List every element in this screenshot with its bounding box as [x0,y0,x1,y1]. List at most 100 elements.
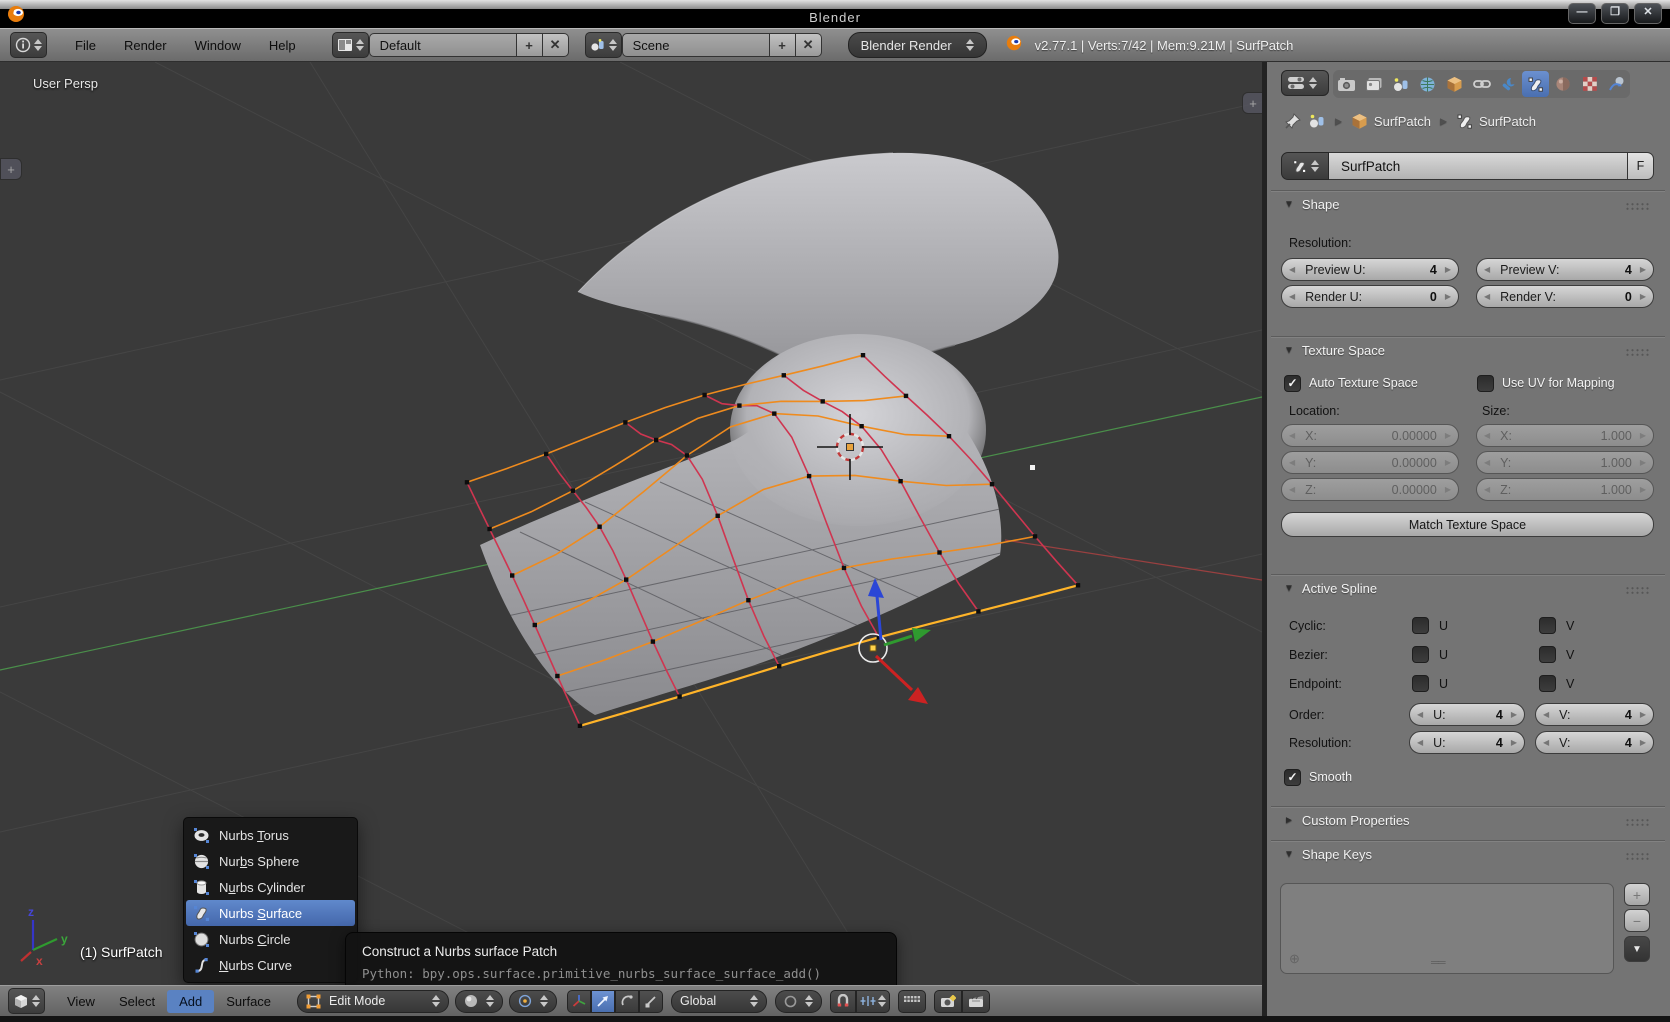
scene-name[interactable]: Scene [622,33,770,57]
minimize-button[interactable]: — [1568,3,1596,24]
panel-grip-icon[interactable] [1625,202,1651,211]
3d-viewport[interactable]: z y x User Persp (1) SurfPatch + + Nurbs… [0,62,1262,985]
menu-add[interactable]: Add [167,990,214,1013]
rotate-manipulator-button[interactable] [615,990,639,1013]
panel-header-active-spline[interactable]: ▼ Active Spline [1284,581,1377,596]
add-scene-button[interactable]: + [770,33,796,57]
panel-header-shape[interactable]: ▼ Shape [1284,197,1340,212]
preview-v-field[interactable]: ◀Preview V:4▶ [1476,258,1654,281]
sidebar-expand-tab[interactable]: + [1242,92,1262,114]
scale-manipulator-button[interactable] [639,990,663,1013]
add-screen-button[interactable]: + [517,33,543,57]
screen-layout-selector[interactable] [332,32,369,58]
bezier-u-checkbox[interactable] [1412,646,1429,663]
render-u-field[interactable]: ◀Render U:0▶ [1281,285,1459,308]
menu-item-nurbs-sphere[interactable]: Nurbs Sphere [184,848,357,874]
menu-render[interactable]: Render [110,38,181,53]
layers-widget[interactable] [898,990,926,1013]
menu-surface[interactable]: Surface [214,994,283,1009]
scene-selector[interactable] [585,32,622,58]
endpoint-v-checkbox[interactable] [1539,675,1556,692]
delete-screen-button[interactable]: ✕ [543,33,569,57]
datablock-name-input[interactable]: SurfPatch [1329,152,1628,180]
tab-object[interactable] [1441,71,1468,97]
manipulator-toggle[interactable] [567,990,591,1013]
menu-help[interactable]: Help [255,38,310,53]
endpoint-u-checkbox[interactable] [1412,675,1429,692]
menu-item-nurbs-circle[interactable]: Nurbs Circle [184,926,357,952]
opengl-render-button[interactable] [934,990,962,1013]
delete-scene-button[interactable]: ✕ [796,33,822,57]
menu-select[interactable]: Select [107,994,167,1009]
panel-grip-icon[interactable] [1625,348,1651,357]
order-v-field[interactable]: ◀V:4▶ [1535,703,1654,726]
preview-u-field[interactable]: ◀Preview U:4▶ [1281,258,1459,281]
match-texture-space-button[interactable]: Match Texture Space [1281,512,1654,537]
render-engine-selector[interactable]: Blender Render [848,32,987,58]
panel-grip-icon[interactable] [1625,852,1651,861]
texspace-size-z-field[interactable]: ◀Z:1.000▶ [1476,478,1654,501]
shape-keys-list[interactable]: ⊕ ══ [1280,883,1614,974]
menu-item-nurbs-curve[interactable]: Nurbs Curve [184,952,357,978]
pivot-center-selector[interactable] [509,990,557,1013]
panel-grip-icon[interactable] [1625,818,1651,827]
breadcrumb-object-name[interactable]: SurfPatch [1374,114,1431,129]
menu-item-nurbs-torus[interactable]: Nurbs Torus [184,822,357,848]
fake-user-button[interactable]: F [1628,152,1654,180]
breadcrumb-data-name[interactable]: SurfPatch [1479,114,1536,129]
tab-material[interactable] [1549,71,1576,97]
proportional-edit-selector[interactable] [775,990,822,1013]
screen-layout-name[interactable]: Default [369,33,517,57]
datablock-type-selector[interactable] [1281,152,1329,180]
close-button[interactable]: ✕ [1634,3,1662,24]
bezier-v-checkbox[interactable] [1539,646,1556,663]
tab-render-layers[interactable] [1360,71,1387,97]
tab-scene[interactable] [1387,71,1414,97]
maximize-button[interactable]: ❐ [1601,3,1629,24]
selected-control-point[interactable] [1030,465,1035,470]
panel-grip-icon[interactable] [1625,586,1651,595]
opengl-animation-button[interactable] [962,990,990,1013]
texspace-size-x-field[interactable]: ◀X:1.000▶ [1476,424,1654,447]
order-u-field[interactable]: ◀U:4▶ [1409,703,1525,726]
toolshelf-expand-tab[interactable]: + [0,158,22,180]
snap-toggle[interactable] [830,990,856,1013]
scene-crumb-icon[interactable] [1308,113,1326,129]
mode-selector[interactable]: Edit Mode [297,990,449,1013]
menu-window[interactable]: Window [181,38,255,53]
menu-item-nurbs-surface[interactable]: Nurbs Surface [186,900,355,926]
texspace-loc-x-field[interactable]: ◀X:0.00000▶ [1281,424,1459,447]
viewport-shading-selector[interactable] [455,990,503,1013]
orientation-selector[interactable]: Global [671,990,767,1013]
menu-view[interactable]: View [55,994,107,1009]
cyclic-u-checkbox[interactable] [1412,617,1429,634]
shape-key-specials-menu[interactable]: ▼ [1624,936,1650,962]
render-v-field[interactable]: ◀Render V:0▶ [1476,285,1654,308]
menu-file[interactable]: File [61,38,110,53]
resolution-u-field[interactable]: ◀U:4▶ [1409,731,1525,754]
object-crumb-icon[interactable] [1351,113,1368,130]
list-resize-grip[interactable]: ══ [1431,957,1445,969]
properties-editor-selector[interactable] [1281,70,1329,96]
tab-texture[interactable] [1576,71,1603,97]
viewport-editor-selector[interactable] [8,988,45,1014]
panel-header-custom-properties[interactable]: ► Custom Properties [1284,813,1410,828]
use-uv-mapping-checkbox[interactable] [1477,375,1494,392]
texspace-loc-y-field[interactable]: ◀Y:0.00000▶ [1281,451,1459,474]
tab-constraints[interactable] [1468,71,1495,97]
blender-splash-icon[interactable] [1005,34,1023,57]
pin-icon[interactable] [1284,112,1302,130]
tab-modifiers[interactable] [1495,71,1522,97]
list-filter-icon[interactable]: ⊕ [1289,951,1300,967]
remove-shape-key-button[interactable]: − [1624,909,1650,932]
texspace-loc-z-field[interactable]: ◀Z:0.00000▶ [1281,478,1459,501]
resolution-v-field[interactable]: ◀V:4▶ [1535,731,1654,754]
texspace-size-y-field[interactable]: ◀Y:1.000▶ [1476,451,1654,474]
tab-render[interactable] [1333,71,1360,97]
add-shape-key-button[interactable]: + [1624,883,1650,906]
editor-type-selector[interactable] [10,32,47,58]
tab-world[interactable] [1414,71,1441,97]
auto-texture-space-checkbox[interactable]: ✓ [1284,375,1301,392]
cyclic-v-checkbox[interactable] [1539,617,1556,634]
translate-manipulator-button[interactable] [591,990,615,1013]
